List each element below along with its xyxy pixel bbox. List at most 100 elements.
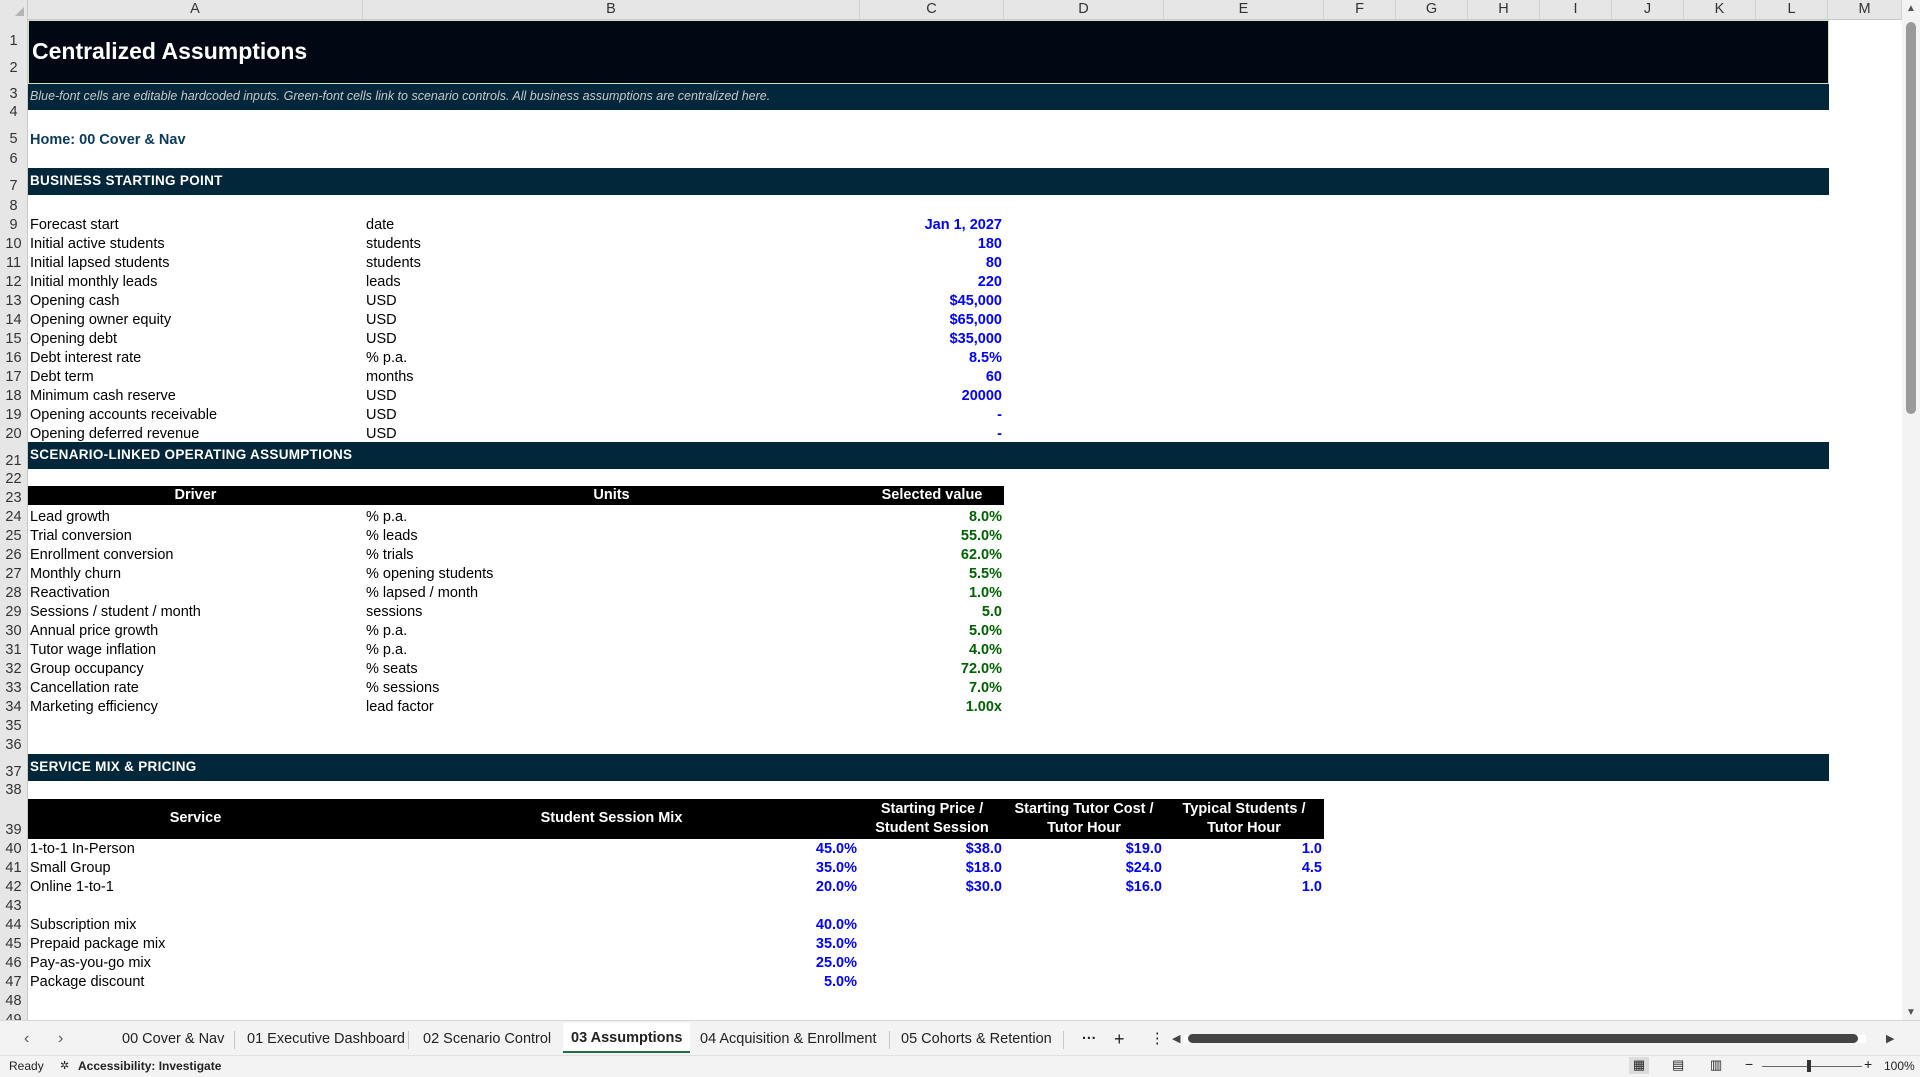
- row-header-23[interactable]: 23: [0, 490, 27, 507]
- row-header-35[interactable]: 35: [0, 718, 27, 735]
- business-input[interactable]: 180: [860, 236, 1002, 252]
- business-input[interactable]: 220: [860, 274, 1002, 290]
- scroll-down-arrow-icon[interactable]: ▼: [1906, 1008, 1916, 1018]
- row-header-47[interactable]: 47: [0, 974, 27, 991]
- row-header-15[interactable]: 15: [0, 331, 27, 348]
- column-header-c[interactable]: C: [860, 0, 1004, 19]
- scenario-selected-value[interactable]: 1.0%: [860, 585, 1002, 601]
- service-mix-input[interactable]: 20.0%: [363, 879, 857, 895]
- service-cost-input[interactable]: $16.0: [1004, 879, 1162, 895]
- payment-mix-label[interactable]: Subscription mix: [30, 917, 136, 933]
- tab-05-cohorts-retention[interactable]: 05 Cohorts & Retention: [901, 1027, 1052, 1051]
- row-header-21[interactable]: 21: [0, 453, 27, 470]
- scenario-selected-value[interactable]: 5.0%: [860, 623, 1002, 639]
- row-header-8[interactable]: 8: [0, 198, 27, 215]
- business-label[interactable]: Opening accounts receivable: [30, 407, 217, 423]
- scenario-selected-value[interactable]: 55.0%: [860, 528, 1002, 544]
- row-header-20[interactable]: 20: [0, 426, 27, 443]
- row-header-45[interactable]: 45: [0, 936, 27, 953]
- row-header-24[interactable]: 24: [0, 509, 27, 526]
- column-header-l[interactable]: L: [1756, 0, 1828, 19]
- business-input[interactable]: 20000: [860, 388, 1002, 404]
- row-header-48[interactable]: 48: [0, 993, 27, 1010]
- business-unit[interactable]: USD: [366, 407, 397, 423]
- normal-view-icon[interactable]: ▦: [1629, 1057, 1649, 1074]
- column-header-f[interactable]: F: [1324, 0, 1396, 19]
- row-header-6[interactable]: 6: [0, 151, 27, 168]
- row-header-26[interactable]: 26: [0, 547, 27, 564]
- column-header-d[interactable]: D: [1004, 0, 1164, 19]
- tab-01-executive-dashboard[interactable]: 01 Executive Dashboard: [247, 1027, 405, 1051]
- zoom-slider-track[interactable]: [1762, 1066, 1862, 1067]
- row-header-19[interactable]: 19: [0, 407, 27, 424]
- horizontal-scroll-thumb[interactable]: [1188, 1034, 1858, 1043]
- business-unit[interactable]: students: [366, 236, 421, 252]
- service-mix-input[interactable]: 45.0%: [363, 841, 857, 857]
- vertical-scroll-thumb[interactable]: [1906, 22, 1916, 414]
- business-label[interactable]: Minimum cash reserve: [30, 388, 176, 404]
- cell-area[interactable]: Centralized Assumptions Blue-font cells …: [28, 20, 1902, 1020]
- business-input[interactable]: $45,000: [860, 293, 1002, 309]
- scenario-driver-label[interactable]: Group occupancy: [30, 661, 144, 677]
- business-label[interactable]: Opening debt: [30, 331, 117, 347]
- business-input[interactable]: -: [860, 426, 1002, 442]
- business-label[interactable]: Opening cash: [30, 293, 119, 309]
- row-header-34[interactable]: 34: [0, 699, 27, 716]
- vertical-scrollbar[interactable]: ▲ ▼: [1902, 0, 1920, 1020]
- payment-mix-label[interactable]: Package discount: [30, 974, 144, 990]
- row-header-14[interactable]: 14: [0, 312, 27, 329]
- business-input[interactable]: 80: [860, 255, 1002, 271]
- business-unit[interactable]: USD: [366, 331, 397, 347]
- scenario-selected-value[interactable]: 5.0: [860, 604, 1002, 620]
- row-header-25[interactable]: 25: [0, 528, 27, 545]
- page-break-view-icon[interactable]: ▥: [1710, 1057, 1722, 1073]
- payment-mix-input[interactable]: 5.0%: [363, 974, 857, 990]
- scenario-selected-value[interactable]: 5.5%: [860, 566, 1002, 582]
- scenario-unit[interactable]: % opening students: [366, 566, 493, 582]
- scenario-unit[interactable]: % sessions: [366, 680, 439, 696]
- service-label[interactable]: 1-to-1 In-Person: [30, 841, 135, 857]
- row-header-31[interactable]: 31: [0, 642, 27, 659]
- row-header-5[interactable]: 5: [0, 131, 27, 148]
- horizontal-scrollbar[interactable]: [1184, 1030, 1866, 1046]
- row-header-12[interactable]: 12: [0, 274, 27, 291]
- spreadsheet-grid[interactable]: A B C D E F G H I J K L M 1 2 3 4 5 6 7 8 9 10 11 1…: [0, 0, 1902, 1020]
- row-header-36[interactable]: 36: [0, 737, 27, 754]
- tab-04-acquisition-enrollment[interactable]: 04 Acquisition & Enrollment: [700, 1027, 877, 1051]
- row-header-43[interactable]: 43: [0, 898, 27, 915]
- hscroll-right-arrow-icon[interactable]: ▶: [1886, 1027, 1894, 1051]
- business-unit[interactable]: USD: [366, 312, 397, 328]
- row-header-22[interactable]: 22: [0, 471, 27, 488]
- service-cost-input[interactable]: $19.0: [1004, 841, 1162, 857]
- business-input[interactable]: 60: [860, 369, 1002, 385]
- row-header-18[interactable]: 18: [0, 388, 27, 405]
- business-unit[interactable]: date: [366, 217, 394, 233]
- payment-mix-input[interactable]: 35.0%: [363, 936, 857, 952]
- scenario-selected-value[interactable]: 7.0%: [860, 680, 1002, 696]
- row-header-37[interactable]: 37: [0, 764, 27, 781]
- scenario-unit[interactable]: % leads: [366, 528, 418, 544]
- accessibility-icon[interactable]: ✲: [60, 1059, 69, 1072]
- row-header-10[interactable]: 10: [0, 236, 27, 253]
- column-header-j[interactable]: J: [1612, 0, 1684, 19]
- zoom-level[interactable]: 100%: [1884, 1059, 1915, 1073]
- row-header-16[interactable]: 16: [0, 350, 27, 367]
- row-header-29[interactable]: 29: [0, 604, 27, 621]
- service-label[interactable]: Small Group: [30, 860, 111, 876]
- tab-00-cover-nav[interactable]: 00 Cover & Nav: [122, 1027, 224, 1051]
- column-header-i[interactable]: I: [1540, 0, 1612, 19]
- tab-prev-arrow-icon[interactable]: ‹: [24, 1027, 29, 1051]
- column-header-h[interactable]: H: [1468, 0, 1540, 19]
- business-unit[interactable]: months: [366, 369, 414, 385]
- scenario-driver-label[interactable]: Lead growth: [30, 509, 110, 525]
- row-header-30[interactable]: 30: [0, 623, 27, 640]
- scenario-unit[interactable]: % seats: [366, 661, 418, 677]
- row-header-3[interactable]: 3: [0, 86, 27, 103]
- row-header-13[interactable]: 13: [0, 293, 27, 310]
- tab-options-icon[interactable]: ⋮: [1150, 1027, 1165, 1051]
- scenario-unit[interactable]: % p.a.: [366, 623, 407, 639]
- business-label[interactable]: Initial lapsed students: [30, 255, 169, 271]
- scenario-driver-label[interactable]: Sessions / student / month: [30, 604, 201, 620]
- scenario-unit[interactable]: % trials: [366, 547, 414, 563]
- row-header-38[interactable]: 38: [0, 782, 27, 799]
